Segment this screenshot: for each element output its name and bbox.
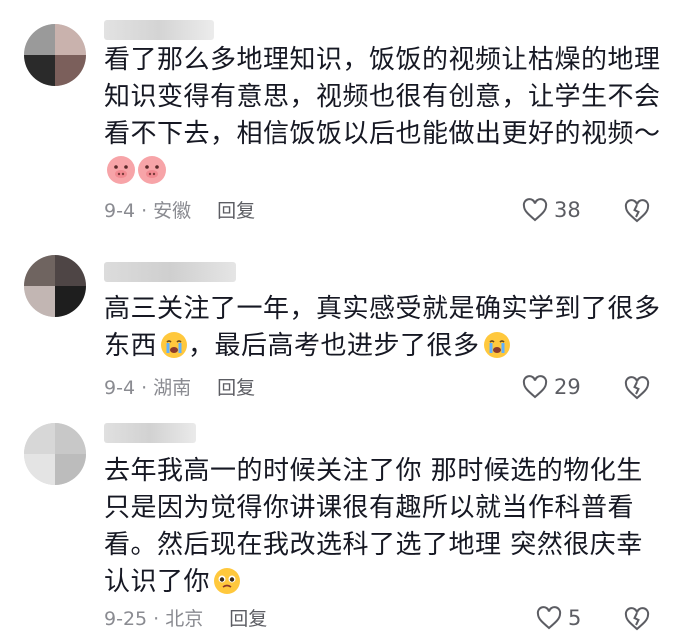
comment-3: 去年我高一的时候关注了你 那时候选的物化生只是因为觉得你讲课很有趣所以就当作科普… — [0, 413, 678, 639]
avatar[interactable] — [24, 24, 86, 86]
comment-text: 看了那么多地理知识，饭饭的视频让枯燥的地理知识变得有意思，视频也很有创意，让学生… — [104, 42, 664, 190]
username-blurred[interactable] — [104, 423, 196, 443]
avatar[interactable] — [24, 255, 86, 317]
date-location: 9-4 · 安徽 — [104, 200, 192, 222]
like-button[interactable]: 29 — [522, 375, 581, 399]
comment-meta: 9-25 · 北京 回复 — [104, 606, 267, 632]
comment-2: 高三关注了一年，真实感受就是确实学到了很多东西 ，最后高考也进步了很多 9-4 … — [0, 235, 678, 413]
comment-meta: 9-4 · 湖南 回复 — [104, 375, 255, 401]
like-count: 38 — [554, 198, 581, 222]
heart-outline-icon — [536, 606, 562, 630]
like-count: 5 — [568, 606, 582, 630]
pig-face-emoji — [138, 156, 166, 184]
broken-heart-icon — [624, 376, 650, 400]
like-count: 29 — [554, 375, 581, 399]
crying-face-emoji — [483, 331, 511, 359]
date-location: 9-4 · 湖南 — [104, 377, 192, 399]
comment-text: 去年我高一的时候关注了你 那时候选的物化生只是因为觉得你讲课很有趣所以就当作科普… — [104, 453, 664, 601]
avatar[interactable] — [24, 423, 86, 485]
reply-button[interactable]: 回复 — [217, 375, 255, 401]
like-button[interactable]: 5 — [536, 606, 581, 630]
date-location: 9-25 · 北京 — [104, 608, 204, 630]
broken-heart-icon — [624, 199, 650, 223]
comment-1: 看了那么多地理知识，饭饭的视频让枯燥的地理知识变得有意思，视频也很有创意，让学生… — [0, 0, 678, 235]
heart-outline-icon — [522, 375, 548, 399]
crying-face-emoji — [160, 331, 188, 359]
reply-button[interactable]: 回复 — [229, 606, 267, 632]
comment-body-cont: ，最后高考也进步了很多 — [188, 331, 480, 361]
pleading-face-emoji — [213, 567, 241, 595]
heart-outline-icon — [522, 198, 548, 222]
comment-meta: 9-4 · 安徽 回复 — [104, 198, 255, 224]
broken-heart-icon — [624, 607, 650, 631]
comment-body: 去年我高一的时候关注了你 那时候选的物化生只是因为觉得你讲课很有趣所以就当作科普… — [104, 456, 643, 597]
comment-text: 高三关注了一年，真实感受就是确实学到了很多东西 ，最后高考也进步了很多 — [104, 291, 664, 365]
comment-body: 看了那么多地理知识，饭饭的视频让枯燥的地理知识变得有意思，视频也很有创意，让学生… — [104, 45, 661, 149]
dislike-button[interactable] — [624, 199, 650, 227]
username-blurred[interactable] — [104, 262, 236, 282]
dislike-button[interactable] — [624, 607, 650, 635]
reply-button[interactable]: 回复 — [217, 198, 255, 224]
pig-face-emoji — [107, 156, 135, 184]
username-blurred[interactable] — [104, 20, 214, 40]
like-button[interactable]: 38 — [522, 198, 581, 222]
dislike-button[interactable] — [624, 376, 650, 404]
